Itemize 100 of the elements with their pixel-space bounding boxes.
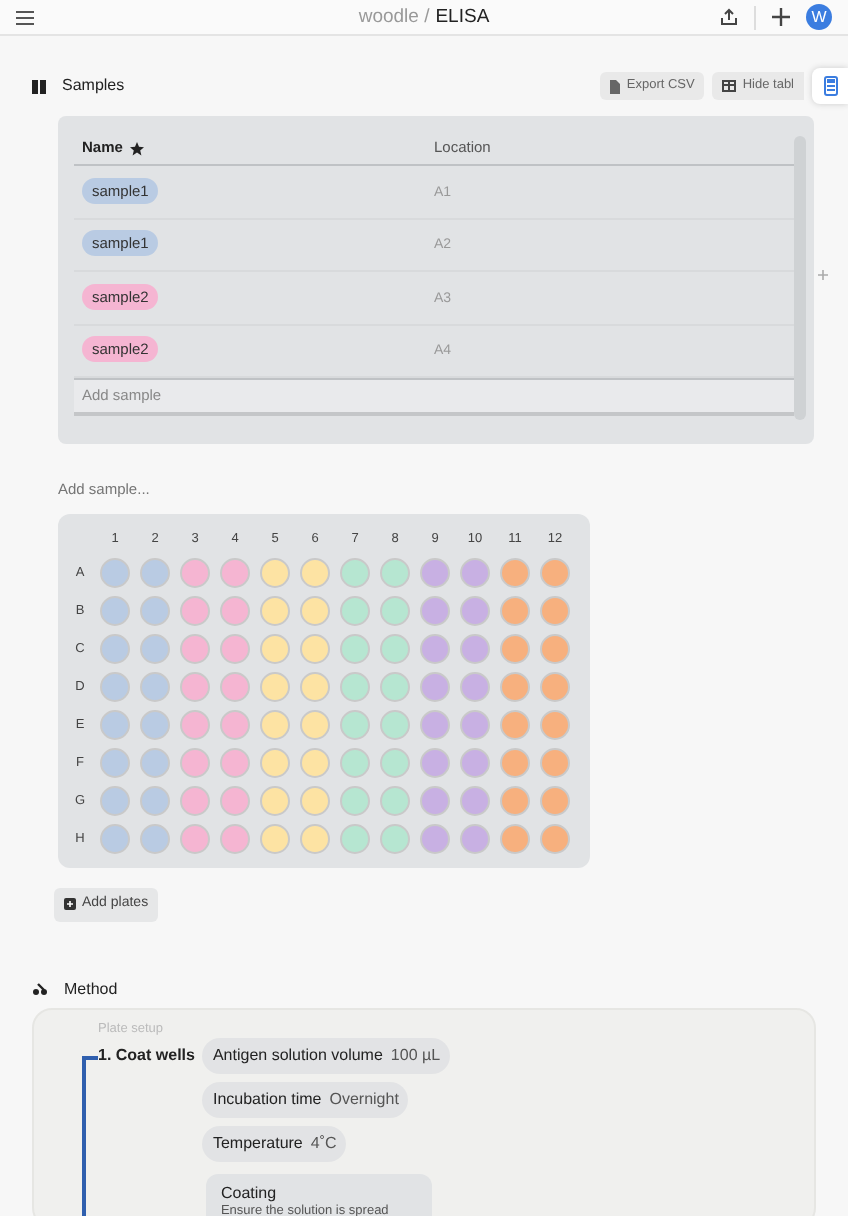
well[interactable]	[460, 634, 490, 664]
well[interactable]	[260, 748, 290, 778]
well[interactable]	[340, 786, 370, 816]
well[interactable]	[540, 786, 570, 816]
well[interactable]	[260, 710, 290, 740]
well[interactable]	[260, 672, 290, 702]
scrollbar[interactable]	[794, 136, 806, 420]
well[interactable]	[540, 710, 570, 740]
well[interactable]	[140, 710, 170, 740]
well[interactable]	[260, 558, 290, 588]
well[interactable]	[540, 672, 570, 702]
well[interactable]	[100, 786, 130, 816]
well[interactable]	[300, 558, 330, 588]
well[interactable]	[540, 748, 570, 778]
well[interactable]	[300, 672, 330, 702]
calculator-icon[interactable]	[823, 76, 837, 96]
well[interactable]	[340, 634, 370, 664]
well[interactable]	[380, 824, 410, 854]
well[interactable]	[300, 634, 330, 664]
well[interactable]	[220, 710, 250, 740]
well[interactable]	[420, 710, 450, 740]
well[interactable]	[380, 558, 410, 588]
well[interactable]	[260, 786, 290, 816]
share-icon[interactable]	[720, 8, 738, 26]
well[interactable]	[220, 596, 250, 626]
well[interactable]	[220, 786, 250, 816]
well[interactable]	[260, 596, 290, 626]
well[interactable]	[100, 558, 130, 588]
well[interactable]	[380, 672, 410, 702]
well[interactable]	[500, 824, 530, 854]
well[interactable]	[460, 824, 490, 854]
well[interactable]	[100, 710, 130, 740]
well[interactable]	[220, 672, 250, 702]
well[interactable]	[180, 824, 210, 854]
well[interactable]	[220, 558, 250, 588]
well[interactable]	[100, 634, 130, 664]
avatar[interactable]: W	[806, 4, 832, 30]
well[interactable]	[340, 824, 370, 854]
well[interactable]	[340, 710, 370, 740]
well[interactable]	[420, 558, 450, 588]
menu-icon[interactable]	[16, 9, 34, 25]
well[interactable]	[100, 824, 130, 854]
well[interactable]	[500, 672, 530, 702]
well[interactable]	[180, 558, 210, 588]
well[interactable]	[380, 748, 410, 778]
well[interactable]	[500, 786, 530, 816]
well[interactable]	[460, 786, 490, 816]
well[interactable]	[220, 824, 250, 854]
well[interactable]	[140, 786, 170, 816]
well[interactable]	[340, 748, 370, 778]
well[interactable]	[300, 710, 330, 740]
well[interactable]	[460, 672, 490, 702]
well[interactable]	[380, 786, 410, 816]
well[interactable]	[540, 824, 570, 854]
well[interactable]	[180, 786, 210, 816]
plus-icon[interactable]	[772, 8, 790, 26]
well[interactable]	[180, 672, 210, 702]
well[interactable]	[500, 748, 530, 778]
well[interactable]	[300, 596, 330, 626]
well[interactable]	[420, 786, 450, 816]
well[interactable]	[340, 558, 370, 588]
well[interactable]	[180, 634, 210, 664]
well[interactable]	[460, 748, 490, 778]
well[interactable]	[100, 748, 130, 778]
well[interactable]	[140, 748, 170, 778]
well[interactable]	[540, 558, 570, 588]
well[interactable]	[140, 634, 170, 664]
well[interactable]	[500, 710, 530, 740]
well[interactable]	[540, 634, 570, 664]
well[interactable]	[220, 634, 250, 664]
well[interactable]	[260, 634, 290, 664]
well[interactable]	[500, 634, 530, 664]
well[interactable]	[300, 748, 330, 778]
well[interactable]	[100, 672, 130, 702]
well[interactable]	[180, 596, 210, 626]
well[interactable]	[500, 558, 530, 588]
well[interactable]	[420, 824, 450, 854]
well[interactable]	[140, 558, 170, 588]
well[interactable]	[220, 748, 250, 778]
well[interactable]	[380, 634, 410, 664]
well[interactable]	[260, 824, 290, 854]
well[interactable]	[180, 748, 210, 778]
well[interactable]	[420, 596, 450, 626]
well[interactable]	[460, 710, 490, 740]
well[interactable]	[100, 596, 130, 626]
well[interactable]	[420, 672, 450, 702]
well[interactable]	[300, 786, 330, 816]
well[interactable]	[340, 672, 370, 702]
well[interactable]	[140, 596, 170, 626]
well[interactable]	[420, 634, 450, 664]
well[interactable]	[300, 824, 330, 854]
well[interactable]	[140, 672, 170, 702]
well[interactable]	[500, 596, 530, 626]
well[interactable]	[420, 748, 450, 778]
well[interactable]	[380, 596, 410, 626]
well[interactable]	[340, 596, 370, 626]
well[interactable]	[180, 710, 210, 740]
well[interactable]	[380, 710, 410, 740]
well[interactable]	[460, 596, 490, 626]
well[interactable]	[140, 824, 170, 854]
